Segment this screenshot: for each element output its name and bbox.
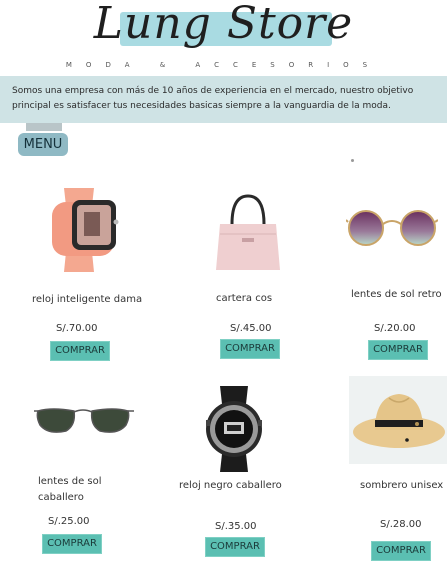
buy-button-2[interactable]: COMPRAR xyxy=(220,339,280,359)
product-price-2: S/.45.00 xyxy=(230,323,272,334)
round-sunglasses-icon[interactable] xyxy=(346,206,438,248)
buy-button-5[interactable]: COMPRAR xyxy=(205,537,265,557)
sport-watch-icon[interactable] xyxy=(204,384,264,474)
product-price-5: S/.35.00 xyxy=(215,521,257,532)
product-name-5: reloj negro caballero xyxy=(179,480,282,491)
brand-name: Lung Store xyxy=(93,0,354,49)
product-name-3: lentes de sol retro xyxy=(351,289,442,300)
handbag-icon[interactable] xyxy=(212,190,284,272)
buy-button-3[interactable]: COMPRAR xyxy=(368,340,428,360)
smartwatch-icon[interactable] xyxy=(42,186,124,274)
menu-button[interactable]: MENU xyxy=(18,133,68,156)
menu-handle xyxy=(26,123,62,131)
buy-button-6[interactable]: COMPRAR xyxy=(371,541,431,561)
product-price-3: S/.20.00 xyxy=(374,323,416,334)
product-name-2: cartera cos xyxy=(216,293,273,304)
buy-button-1[interactable]: COMPRAR xyxy=(50,341,110,361)
product-price-4: S/.25.00 xyxy=(48,516,90,527)
buy-button-4[interactable]: COMPRAR xyxy=(42,534,102,554)
intro-banner: Somos una empresa con más de 10 años de … xyxy=(0,76,447,123)
fedora-hat-icon[interactable] xyxy=(349,376,447,464)
header-logo: Lung Store MODA & ACCESORIOS xyxy=(0,0,447,76)
product-name-6: sombrero unisex xyxy=(360,480,444,491)
product-name-1: reloj inteligente dama xyxy=(32,294,143,305)
aviator-sunglasses-icon[interactable] xyxy=(34,405,134,435)
decorative-dot xyxy=(351,159,354,162)
intro-text: Somos una empresa con más de 10 años de … xyxy=(12,86,414,111)
product-name-4: lentes de sol caballero xyxy=(38,476,102,503)
product-price-1: S/.70.00 xyxy=(56,323,98,334)
product-price-6: S/.28.00 xyxy=(380,519,422,530)
brand-tagline: MODA & ACCESORIOS xyxy=(65,61,382,69)
